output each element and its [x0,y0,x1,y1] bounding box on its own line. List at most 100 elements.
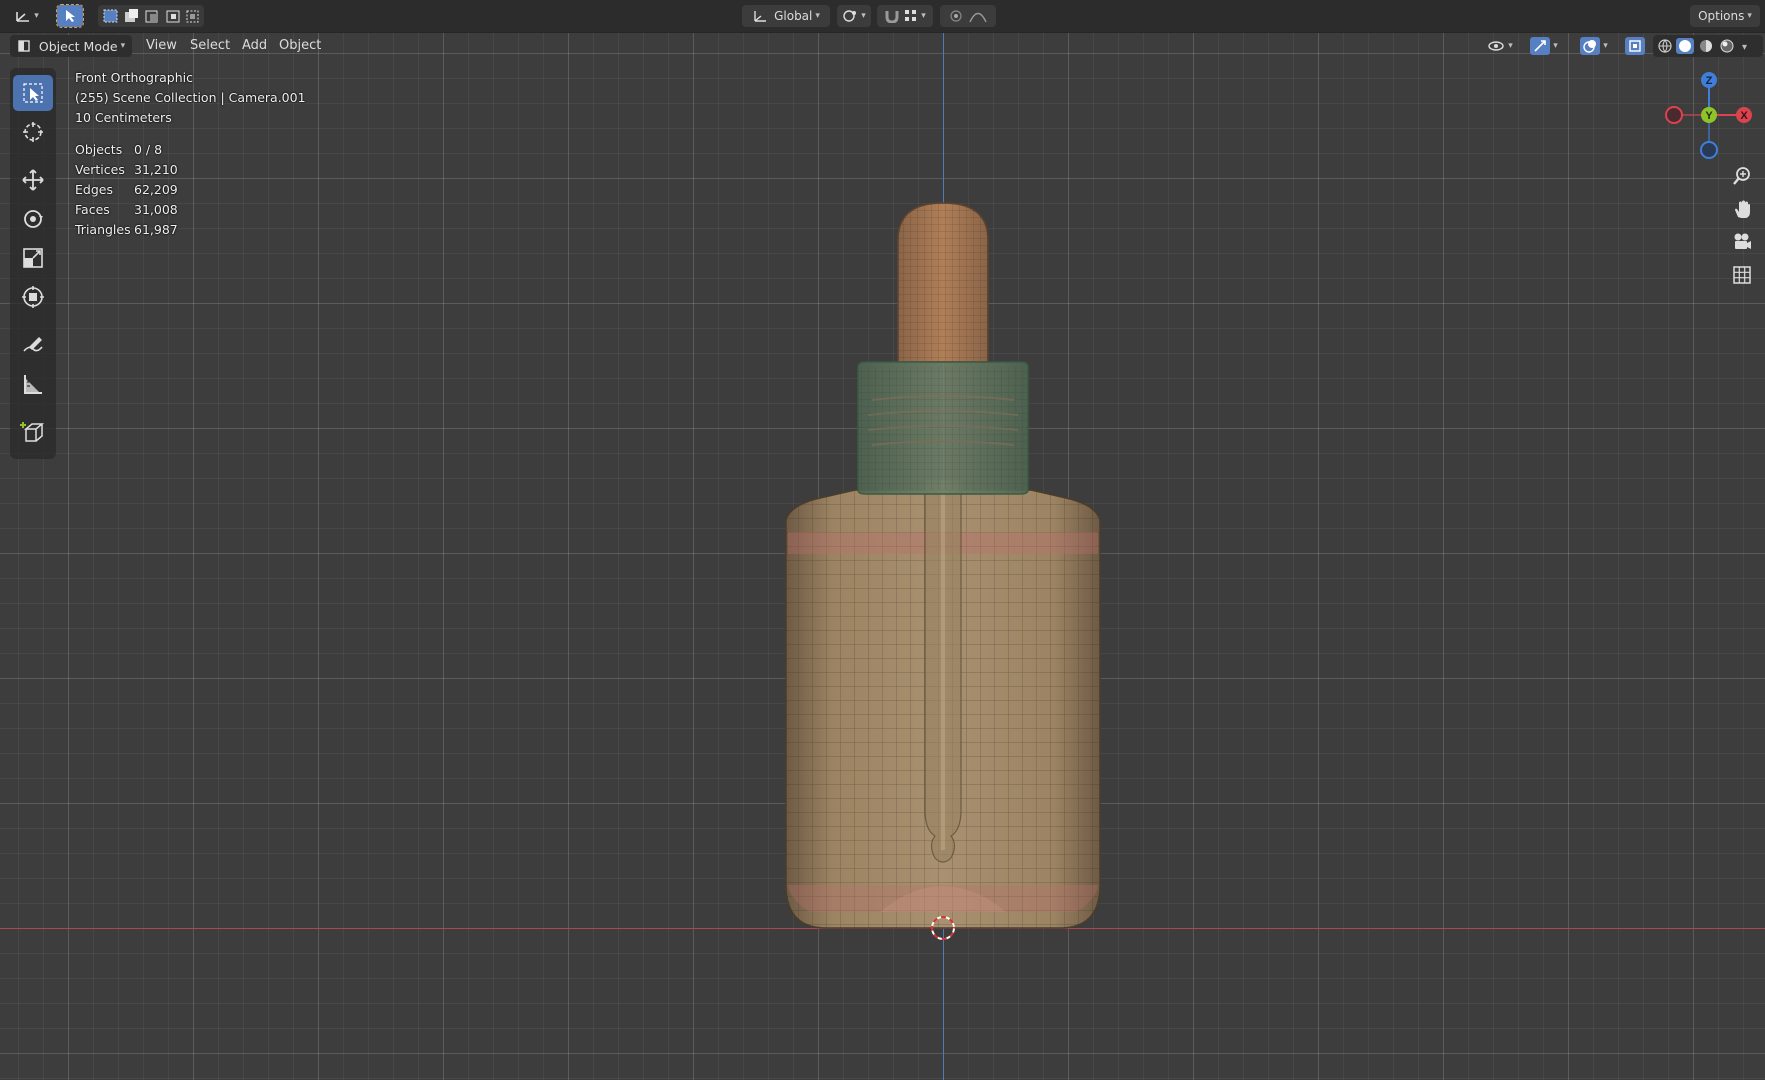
chevron-down-icon: ▾ [921,11,926,21]
tool-cursor[interactable] [13,114,53,150]
chevron-down-icon: ▾ [1508,41,1513,51]
orientation-dropdown[interactable]: Global ▾ [742,5,830,27]
tool-move[interactable] [13,162,53,198]
stat-label: Faces [75,202,110,217]
pivot-icon [843,10,857,22]
overlays-toggle[interactable]: ▾ [1573,35,1615,57]
add-cube-icon [20,422,45,442]
select-box-icon [23,83,43,103]
svg-text:Y: Y [1705,110,1713,122]
scale-icon [23,248,43,268]
svg-text:X: X [1740,110,1748,122]
menu-add[interactable]: Add [236,36,273,56]
ortho-toggle-button[interactable] [1728,261,1756,289]
falloff-curve-icon [969,12,987,23]
tool-transform[interactable] [13,279,53,315]
options-dropdown[interactable]: Options ▾ [1690,5,1760,27]
gizmo-z-axis[interactable]: Z [1701,72,1717,88]
camera-view-button[interactable] [1728,228,1756,256]
chevron-down-icon: ▾ [861,11,866,21]
stat-value: 61,987 [134,222,178,237]
stat-value: 62,209 [134,182,178,197]
menu-view[interactable]: View [140,36,183,56]
svg-text:Z: Z [1706,75,1713,87]
stat-value: 31,210 [134,162,178,177]
header-bar: ▾ Global ▾ ▾ ▾ Options ▾ [0,0,1765,33]
mode-label: Object Mode [38,38,118,54]
svg-text:▾: ▾ [1742,42,1747,53]
navigation-gizmo[interactable]: Z X Y [1660,68,1752,160]
stat-row: Vertices 31,210 [75,160,178,180]
editor-type-button[interactable]: ▾ [10,5,44,27]
mode-dropdown[interactable]: Object Mode ▾ [10,35,132,57]
pan-button[interactable] [1728,195,1756,223]
chevron-down-icon: ▾ [1603,41,1608,51]
stat-value: 0 / 8 [134,142,163,157]
selection-mode-group[interactable] [98,5,204,27]
zoom-icon [1733,167,1750,185]
gizmo-toggle[interactable]: ▾ [1523,35,1565,57]
selection-mode-icons [103,9,199,23]
orientation-icon [754,11,767,22]
pivot-dropdown[interactable]: ▾ [837,5,871,27]
view-name: Front Orthographic [75,70,193,85]
tool-scale[interactable] [13,240,53,276]
tool-rotate[interactable] [13,201,53,237]
viewport-info: Front Orthographic (255) Scene Collectio… [75,68,306,128]
gizmo-neg-x[interactable] [1665,106,1683,124]
chevron-down-icon: ▾ [1747,11,1752,21]
visibility-dropdown[interactable]: ▾ [1483,35,1517,57]
proportional-edit-icon [950,10,962,22]
stat-label: Edges [75,182,113,197]
xray-toggle[interactable] [1624,35,1646,57]
shading-modes[interactable]: ▾ [1653,35,1763,57]
menu-object[interactable]: Object [273,36,327,56]
rotate-icon [24,210,43,228]
pan-hand-icon [1735,200,1750,218]
transform-icon [22,286,44,308]
overlay-icon [1580,37,1601,55]
magnet-icon [885,11,899,23]
stat-row: Edges 62,209 [75,180,178,200]
bottle-model[interactable] [0,0,1765,1080]
camera-icon [1734,233,1751,249]
move-icon [22,169,44,191]
stat-label: Objects [75,142,123,157]
stat-label: Vertices [75,162,125,177]
xray-icon [1625,37,1645,55]
options-label: Options [1698,9,1745,23]
tool-shelf [10,68,56,459]
tool-measure[interactable] [13,366,53,402]
pointer-icon [66,10,75,22]
gizmo-y-axis[interactable]: Y [1701,107,1717,123]
chevron-down-icon: ▾ [120,41,126,51]
stat-row: Triangles 61,987 [75,220,178,240]
tool-add-cube[interactable] [13,414,53,450]
orientation-label: Global [774,9,813,23]
collection-name: (255) Scene Collection | Camera.001 [75,90,306,105]
3d-viewport[interactable] [0,0,1765,1080]
grid-icon [1733,266,1751,284]
chevron-down-icon: ▾ [34,11,39,21]
object-mode-icon [18,40,30,52]
tool-select-button[interactable] [56,4,84,28]
stat-row: Faces 31,008 [75,200,178,220]
eye-icon [1488,41,1504,51]
stat-value: 31,008 [134,202,178,217]
tool-annotate[interactable] [13,327,53,363]
menu-select[interactable]: Select [184,36,236,56]
shading-icons: ▾ [1658,38,1747,54]
chevron-down-icon: ▾ [1553,41,1558,51]
tool-select-box[interactable] [13,75,53,111]
grid-scale: 10 Centimeters [75,110,172,125]
snap-group[interactable]: ▾ [877,5,933,27]
chevron-down-icon: ▾ [815,11,820,21]
gizmo-neg-z[interactable] [1700,141,1718,159]
stat-row: Objects 0 / 8 [75,140,178,160]
measure-icon [24,375,42,394]
stat-label: Triangles [75,222,131,237]
snap-grid-icon [905,10,917,21]
gizmo-x-axis[interactable]: X [1736,107,1752,123]
zoom-button[interactable] [1728,162,1756,190]
proportional-edit-group[interactable] [940,5,996,27]
